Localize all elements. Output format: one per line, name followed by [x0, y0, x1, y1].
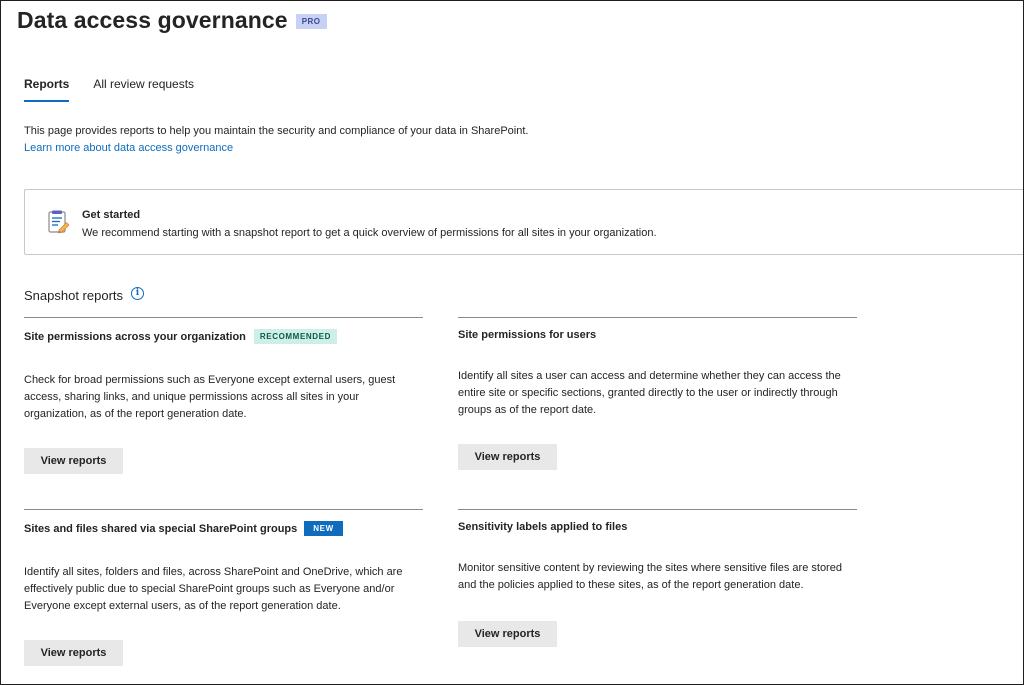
card-title: Sites and files shared via special Share… [24, 522, 298, 535]
view-reports-button[interactable]: View reports [24, 448, 123, 474]
title-row: Data access governance PRO [17, 7, 327, 34]
tab-bar: Reports All review requests [24, 77, 218, 102]
card-description: Check for broad permissions such as Ever… [24, 374, 396, 420]
card-title-row: Site permissions across your organizatio… [24, 329, 337, 344]
card-title-row: Site permissions for users [458, 329, 596, 341]
pro-badge: PRO [295, 14, 327, 29]
report-card-special-groups: Sites and files shared via special Share… [24, 509, 423, 680]
report-card-sensitivity-labels: Sensitivity labels applied to files Moni… [458, 509, 857, 680]
view-reports-button[interactable]: View reports [24, 640, 123, 666]
document-edit-icon [48, 210, 70, 234]
card-title-row: Sensitivity labels applied to files [458, 521, 627, 533]
report-card-site-permissions-org: Site permissions across your organizatio… [24, 317, 423, 488]
tab-all-review-requests[interactable]: All review requests [93, 77, 194, 100]
card-title-row: Sites and files shared via special Share… [24, 521, 343, 536]
snapshot-section-header: Snapshot reports i [24, 287, 145, 303]
page-title: Data access governance [17, 7, 288, 33]
get-started-title: Get started [82, 209, 141, 221]
report-card-site-permissions-users: Site permissions for users Identify all … [458, 317, 857, 488]
card-title: Sensitivity labels applied to files [458, 521, 628, 533]
card-title: Site permissions for users [458, 329, 597, 341]
intro-text: This page provides reports to help you m… [24, 125, 529, 137]
page-frame: Data access governance PRO Reports All r… [0, 0, 1024, 685]
card-description: Identify all sites a user can access and… [458, 370, 841, 416]
new-badge: NEW [304, 521, 343, 536]
get-started-banner: Get started We recommend starting with a… [24, 189, 1023, 255]
get-started-text: We recommend starting with a snapshot re… [82, 227, 657, 239]
learn-more-link[interactable]: Learn more about data access governance [24, 142, 233, 154]
card-title: Site permissions across your organizatio… [24, 330, 246, 343]
card-description: Monitor sensitive content by reviewing t… [458, 562, 842, 591]
view-reports-button[interactable]: View reports [458, 444, 557, 470]
section-title: Snapshot reports [24, 288, 124, 303]
view-reports-button[interactable]: View reports [458, 621, 557, 647]
card-description: Identify all sites, folders and files, a… [24, 566, 403, 612]
recommended-badge: RECOMMENDED [253, 329, 337, 344]
tab-reports[interactable]: Reports [24, 77, 70, 102]
info-icon[interactable]: i [131, 287, 145, 300]
